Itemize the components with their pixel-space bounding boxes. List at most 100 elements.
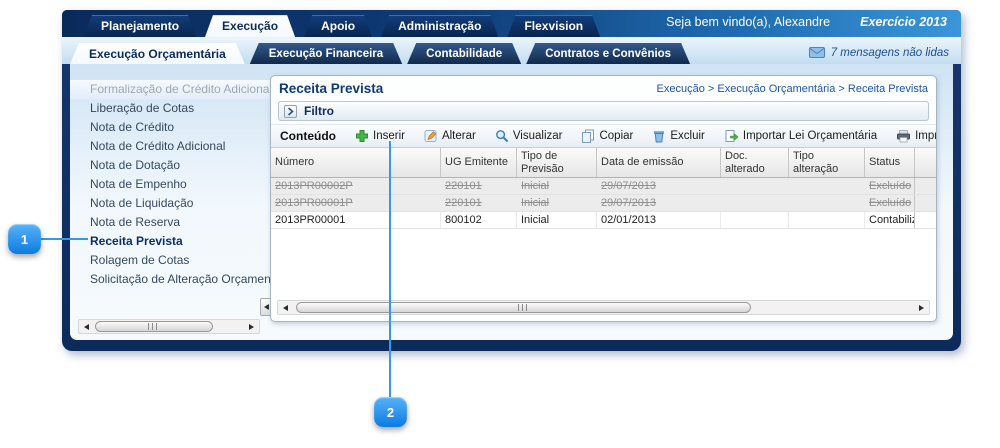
cell-ug-emitente: 220101 [441,195,517,211]
subtab-execucao-orcamentaria[interactable]: Execução Orçamentária [70,43,245,64]
cell-data-emissao: 29/07/2013 [597,195,721,211]
column-header-tipo-previsao[interactable]: Tipo de Previsão [517,148,597,177]
tab-execucao[interactable]: Execução [205,15,295,37]
arrow-right-icon [919,305,924,311]
scroll-right-button[interactable] [914,301,929,314]
table-row[interactable]: 2013PR00001P 220101 Inicial 29/07/2013 E… [271,195,936,212]
scroll-left-button[interactable] [79,320,94,333]
sidebar-item-nota-credito-adicional[interactable]: Nota de Crédito Adicional [70,137,276,156]
column-header-doc-alterado[interactable]: Doc. alterado [721,148,789,177]
import-icon [724,129,739,143]
cell-tipo-previsao: Inicial [517,195,597,211]
scroll-left-button[interactable] [278,301,293,314]
subtab-execucao-financeira[interactable]: Execução Financeira [250,43,402,64]
sidebar-item-rolagem-cotas[interactable]: Rolagem de Cotas [70,251,276,270]
table-row[interactable]: 2013PR00001 800102 Inicial 02/01/2013 Co… [271,212,936,229]
application-window: Planejamento Execução Apoio Administraçã… [62,10,961,351]
sidebar-item-solicitacao-alteracao[interactable]: Solicitação de Alteração Orçament [70,270,276,289]
top-tab-bar: Planejamento Execução Apoio Administraçã… [62,10,961,37]
button-label: Visualizar [513,130,563,142]
content-area: Formalização de Crédito Adicional Libera… [70,64,953,340]
welcome-text: Seja bem vindo(a), Alexandre [666,15,830,29]
sidebar-item-nota-liquidacao[interactable]: Nota de Liquidação [70,194,276,213]
delete-button[interactable]: Excluir [652,129,705,143]
tab-label: Apoio [321,19,355,33]
scrollbar-grip-icon [518,304,530,311]
cell-tipo-alteracao [789,212,865,228]
button-label: Alterar [442,130,476,142]
table-header-row: Número UG Emitente Tipo de Previsão Data… [271,148,936,178]
sub-tab-bar: Execução Orçamentária Execução Financeir… [62,37,961,64]
cell-data-emissao: 02/01/2013 [597,212,721,228]
results-table: Número UG Emitente Tipo de Previsão Data… [271,148,936,296]
subtab-contratos-convenios[interactable]: Contratos e Convênios [526,43,690,64]
tab-flexvision[interactable]: Flexvision [507,15,600,37]
messages-label: 7 mensagens não lidas [831,47,949,59]
arrow-right-icon [249,324,254,330]
filter-bar[interactable]: Filtro [278,101,929,121]
top-tabs: Planejamento Execução Apoio Administraçã… [84,15,600,37]
cell-tipo-previsao: Inicial [517,178,597,194]
content-toolbar: Conteúdo Inserir Alterar Visualizar [271,124,936,148]
scroll-right-button[interactable] [244,320,259,333]
cell-tipo-previsao: Inicial [517,212,597,228]
tab-label: Flexvision [524,19,583,33]
button-label: Excluir [670,130,705,142]
subtab-label: Execução Financeira [269,48,383,60]
printer-icon [896,129,911,143]
copy-button[interactable]: Copiar [581,129,633,143]
filter-expand-button[interactable] [284,105,297,118]
plus-icon [355,129,369,143]
column-header-data-emissao[interactable]: Data de emissão [597,148,721,177]
table-horizontal-scrollbar[interactable] [277,300,930,315]
column-header-ug-emitente[interactable]: UG Emitente [441,148,517,177]
subtab-label: Contratos e Convênios [545,48,671,60]
column-header-numero[interactable]: Número [271,148,441,177]
view-button[interactable]: Visualizar [495,129,563,143]
import-budget-law-button[interactable]: Importar Lei Orçamentária [724,129,877,143]
cell-status: Contabilizado [865,212,915,228]
envelope-icon [809,47,825,58]
top-right-info: Seja bem vindo(a), Alexandre Exercício 2… [666,10,947,37]
insert-button[interactable]: Inserir [355,129,405,143]
callout-2-line [389,141,391,397]
column-header-status[interactable]: Status [865,148,915,177]
cell-doc-alterado [721,195,789,211]
panel-header: Receita Prevista Execução > Execução Orç… [271,76,936,99]
cell-status: Excluído [865,178,915,194]
sidebar-item-formalizacao-credito-adicional[interactable]: Formalização de Crédito Adicional [70,80,276,99]
table-row[interactable]: 2013PR00002P 220101 Inicial 29/07/2013 E… [271,178,936,195]
button-label: Imprimir [915,130,937,142]
breadcrumb[interactable]: Execução > Execução Orçamentária > Recei… [657,83,928,95]
subtab-contabilidade[interactable]: Contabilidade [407,43,521,64]
callout-1-line [40,238,88,240]
sidebar-item-nota-credito[interactable]: Nota de Crédito [70,118,276,137]
edit-button[interactable]: Alterar [424,129,476,143]
arrow-left-icon [283,305,288,311]
tab-label: Planejamento [101,19,179,33]
tab-label: Execução [222,19,278,33]
callout-number: 2 [387,405,394,420]
sidebar-item-liberacao-cotas[interactable]: Liberação de Cotas [70,99,276,118]
sidebar-item-nota-empenho[interactable]: Nota de Empenho [70,175,276,194]
button-label: Copiar [599,130,633,142]
print-button[interactable]: Imprimir [896,129,937,143]
cell-numero: 2013PR00002P [271,178,441,194]
tab-planejamento[interactable]: Planejamento [84,15,196,37]
scrollbar-thumb[interactable] [95,321,213,332]
sidebar-item-receita-prevista[interactable]: Receita Prevista [70,232,276,251]
tab-administracao[interactable]: Administração [381,15,498,37]
column-header-tipo-alteracao[interactable]: Tipo alteração [789,148,865,177]
callout-2-badge: 2 [374,397,407,427]
cell-numero: 2013PR00001P [271,195,441,211]
messages-link[interactable]: 7 mensagens não lidas [809,43,949,64]
sidebar-item-nota-dotacao[interactable]: Nota de Dotação [70,156,276,175]
scrollbar-thumb[interactable] [296,302,751,313]
callout-number: 1 [21,232,28,247]
content-label: Conteúdo [280,129,336,143]
sidebar-horizontal-scrollbar[interactable] [78,319,260,334]
sidebar-item-nota-reserva[interactable]: Nota de Reserva [70,213,276,232]
arrow-left-icon [264,304,269,310]
tab-apoio[interactable]: Apoio [304,15,372,37]
page: Planejamento Execução Apoio Administraçã… [0,0,1000,448]
